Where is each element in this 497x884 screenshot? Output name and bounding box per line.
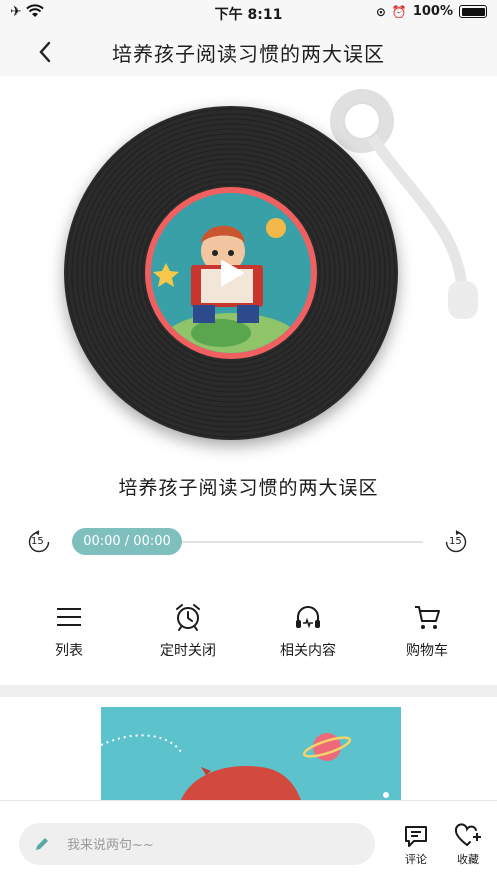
rotation-lock-icon: ⊙ — [375, 4, 386, 19]
nav-bar: 培养孩子阅读习惯的两大误区 — [0, 26, 497, 76]
forward-15-label: 15 — [449, 536, 462, 547]
cart-icon — [415, 606, 440, 629]
play-button[interactable] — [216, 258, 246, 288]
sleep-timer-label: 定时关闭 — [160, 643, 216, 659]
comment-placeholder: 我来说两句~~ — [67, 838, 154, 853]
favorite-label: 收藏 — [457, 853, 479, 866]
headphones-icon — [296, 606, 320, 629]
comment-button[interactable]: 评论 — [396, 823, 436, 873]
list-icon — [57, 608, 81, 626]
playlist-button[interactable]: 列表 — [19, 598, 119, 668]
battery-percent: 100% — [412, 4, 453, 19]
cover-illustration — [101, 707, 401, 800]
rewind-15-label: 15 — [31, 536, 44, 547]
action-row: 列表 定时关闭 相关内容 购物车 — [0, 598, 497, 668]
related-content-button[interactable]: 相关内容 — [258, 598, 358, 668]
tonearm-knob — [343, 102, 381, 140]
alarm-clock-icon — [176, 604, 200, 631]
comment-label: 评论 — [405, 853, 427, 866]
rewind-15-button[interactable]: 15 — [27, 530, 51, 554]
progress-row: 15 00:00 / 00:00 15 — [0, 526, 497, 558]
sleep-timer-button[interactable]: 定时关闭 — [138, 598, 238, 668]
pencil-icon — [36, 838, 48, 850]
status-right: ⊙ ⏰ 100% — [376, 4, 487, 19]
comment-icon — [405, 826, 427, 847]
playlist-label: 列表 — [55, 643, 83, 659]
forward-15-button[interactable]: 15 — [444, 530, 468, 554]
shopping-cart-button[interactable]: 购物车 — [377, 598, 477, 668]
shopping-cart-label: 购物车 — [406, 643, 448, 659]
record-player — [0, 76, 497, 456]
comment-input[interactable]: 我来说两句~~ — [19, 823, 375, 865]
alarm-icon: ⏰ — [391, 4, 407, 19]
article-cover-image — [101, 707, 401, 800]
track-title: 培养孩子阅读习惯的两大误区 — [118, 477, 379, 499]
related-content-label: 相关内容 — [280, 643, 336, 659]
page-title: 培养孩子阅读习惯的两大误区 — [112, 42, 385, 66]
bottom-bar: 我来说两句~~ 评论 收藏 — [0, 800, 497, 884]
heart-plus-icon — [454, 823, 481, 846]
favorite-button[interactable]: 收藏 — [448, 823, 488, 873]
battery-icon — [459, 5, 487, 18]
section-divider — [0, 685, 497, 697]
progress-handle[interactable]: 00:00 / 00:00 — [72, 528, 182, 555]
status-bar: ✈ 下午 8:11 ⊙ ⏰ 100% — [0, 0, 497, 26]
